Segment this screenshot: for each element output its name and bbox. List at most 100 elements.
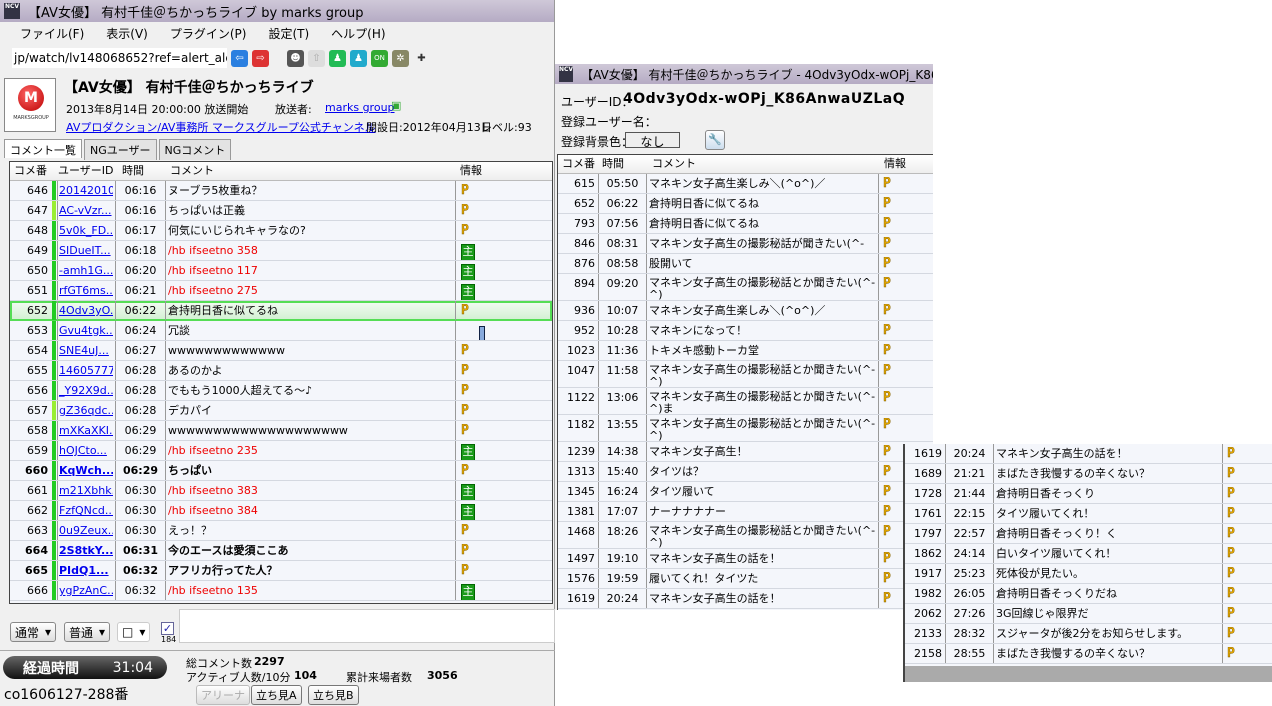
- user-id-link[interactable]: SNE4uJ...: [57, 341, 113, 360]
- user-id-link[interactable]: 4Odv3yO...: [57, 301, 113, 320]
- user-id-link[interactable]: _Y92X9d...: [57, 381, 113, 400]
- menu-settings[interactable]: 設定(T): [268, 25, 309, 42]
- user-id-link[interactable]: 2S8tkY...: [57, 541, 113, 560]
- user-id-link[interactable]: mXKaXKI...: [57, 421, 113, 440]
- table-row[interactable]: 662 FzfQNcd... 06:30/hb ifseetno 384 主: [10, 501, 552, 521]
- user-id-link[interactable]: 14605777: [57, 361, 113, 380]
- disconnect-icon[interactable]: ⇨: [252, 49, 269, 67]
- menu-file[interactable]: ファイル(F): [20, 25, 84, 42]
- upload-icon[interactable]: ⇧: [308, 49, 325, 67]
- table-row[interactable]: 1797 22:57 倉持明日香そっくり！く P: [905, 524, 1272, 544]
- table-row[interactable]: 652 06:22 倉持明日香に似てるね P: [558, 194, 933, 214]
- table-row[interactable]: 1345 16:24 タイツ履いて P: [558, 482, 933, 502]
- on-air-icon[interactable]: ON: [371, 49, 388, 67]
- table-row[interactable]: 654 SNE4uJ... 06:27 wwwwwwwwwwwww P: [10, 341, 552, 361]
- table-row[interactable]: 84608:31マネキン女子高生の撮影秘話が聞きたい(^-^) P: [558, 234, 933, 254]
- table-row[interactable]: 660 KqWch... 06:29 ちっぱい P: [10, 461, 552, 481]
- user-id-link[interactable]: ygPzAnC...: [57, 581, 113, 600]
- table-row[interactable]: 894 09:20 マネキン女子高生の撮影秘話とか聞きたい(^-^) P: [558, 274, 933, 301]
- table-row[interactable]: 1862 24:14 白いタイツ履いてくれ！ P: [905, 544, 1272, 564]
- user-id-link[interactable]: hOJCto...: [57, 441, 113, 460]
- table-row[interactable]: 1576 19:59 履いてくれ！タイツた P: [558, 569, 933, 589]
- table-row[interactable]: 665 PIdQ1... 06:32 アフリカ行ってた人？ P: [10, 561, 552, 581]
- connect-icon[interactable]: ⇦: [231, 49, 248, 67]
- table-row[interactable]: 2133 28:32 スジャータが後2分をお知らせします。 P: [905, 624, 1272, 644]
- table-row[interactable]: 1182 13:55 マネキン女子高生の撮影秘話とか聞きたい(^-^) P: [558, 415, 933, 442]
- table-row[interactable]: 658 mXKaXKI...06:29wwwwwwwwwwwwwwwwwwww P: [10, 421, 552, 441]
- table-row[interactable]: 661 m21Xbhk...06:30/hb ifseetno 383 主: [10, 481, 552, 501]
- col-time[interactable]: 時間: [122, 162, 144, 178]
- col-time[interactable]: 時間: [602, 155, 624, 171]
- users-icon[interactable]: ♟: [350, 49, 367, 67]
- tab-ng-comments[interactable]: NGコメント: [158, 139, 232, 160]
- broadcaster-link[interactable]: marks group: [325, 101, 395, 114]
- table-row[interactable]: 1313 15:40 タイツは？ P: [558, 462, 933, 482]
- table-row[interactable]: 651 rfGT6ms... 06:21/hb ifseetno 275 主: [10, 281, 552, 301]
- col-info[interactable]: 情報: [884, 155, 906, 171]
- col-info[interactable]: 情報: [460, 162, 482, 178]
- plugin-icon[interactable]: ✚: [413, 49, 430, 67]
- horizontal-scrollbar[interactable]: [905, 666, 1272, 682]
- user-id-link[interactable]: 0u9Zeux...: [57, 521, 113, 540]
- standing-b-button[interactable]: 立ち見B: [308, 685, 359, 705]
- settings-icon[interactable]: ✲: [392, 49, 409, 67]
- table-row[interactable]: 650 -amh1G... 06:20/hb ifseetno 117 主: [10, 261, 552, 281]
- url-input[interactable]: jp/watch/lv148068652?ref=alert_alert: [12, 48, 227, 68]
- color-select[interactable]: □ ▾: [117, 622, 151, 642]
- user-id-link[interactable]: gZ36qdc...: [57, 401, 113, 420]
- table-row[interactable]: 1982 26:05 倉持明日香そっくりだね P: [905, 584, 1272, 604]
- col-no[interactable]: コメ番: [562, 155, 595, 171]
- comment-input[interactable]: [179, 609, 555, 643]
- user-id-link[interactable]: -amh1G...: [57, 261, 113, 280]
- menu-plugin[interactable]: プラグイン(P): [170, 25, 247, 42]
- table-row[interactable]: 657 gZ36qdc... 06:28 デカパイ P: [10, 401, 552, 421]
- wrench-icon[interactable]: 🔧: [705, 130, 725, 150]
- user-id-link[interactable]: KqWch...: [57, 461, 113, 480]
- col-no[interactable]: コメ番: [14, 162, 47, 178]
- table-row[interactable]: 655 14605777 06:28 あるのかよ P: [10, 361, 552, 381]
- table-row[interactable]: 653 Gvu4tgk... 06:24 冗談: [10, 321, 552, 341]
- table-row[interactable]: 936 10:07 マネキン女子高生楽しみ＼(^o^)／ P: [558, 301, 933, 321]
- user-id-link[interactable]: AC-vVzr...: [57, 201, 113, 220]
- user-id-link[interactable]: 20142010: [57, 181, 113, 200]
- table-row[interactable]: 793 07:56 倉持明日香に似てるね P: [558, 214, 933, 234]
- robot-icon[interactable]: ☻: [287, 49, 304, 67]
- table-row[interactable]: 647 AC-vVzr... 06:16 ちっぱいは正義 P: [10, 201, 552, 221]
- menu-help[interactable]: ヘルプ(H): [331, 25, 385, 42]
- user-id-link[interactable]: FzfQNcd...: [57, 501, 113, 520]
- user-id-link[interactable]: Gvu4tgk...: [57, 321, 113, 340]
- table-row[interactable]: 615 05:50 マネキン女子高生楽しみ＼(^o^)／ P: [558, 174, 933, 194]
- menu-view[interactable]: 表示(V): [106, 25, 148, 42]
- user-id-link[interactable]: SIDueIT...: [57, 241, 113, 260]
- standing-a-button[interactable]: 立ち見A: [251, 685, 302, 705]
- table-row[interactable]: 1619 20:24 マネキン女子高生の話を！ P: [905, 444, 1272, 464]
- table-row[interactable]: 659 hOJCto... 06:29/hb ifseetno 235 主: [10, 441, 552, 461]
- user-id-link[interactable]: 5v0k_FD...: [57, 221, 113, 240]
- table-row[interactable]: 664 2S8tkY... 06:31 今のエースは愛須ここあ P: [10, 541, 552, 561]
- table-row[interactable]: 656 _Y92X9d... 06:28 でももう1000人超えてる〜♪ P: [10, 381, 552, 401]
- table-row[interactable]: 1619 20:24 マネキン女子高生の話を！ P: [558, 589, 933, 609]
- tab-comments[interactable]: コメント一覧: [4, 139, 82, 158]
- table-row[interactable]: 1122 13:06 マネキン女子高生の撮影秘話とか聞きたい(^-^)ま P: [558, 388, 933, 415]
- col-comment[interactable]: コメント: [652, 155, 696, 171]
- table-row[interactable]: 1239 14:38 マネキン女子高生！ P: [558, 442, 933, 462]
- channel-link[interactable]: AVプロダクション/AV事務所 マークスグループ公式チャンネル: [66, 119, 376, 135]
- size-select[interactable]: 普通 ▾: [64, 622, 111, 642]
- table-row[interactable]: 1023 11:36 トキメキ感動トーカ堂 P: [558, 341, 933, 361]
- anonymous-checkbox[interactable]: ✓: [161, 622, 174, 635]
- table-row[interactable]: 666 ygPzAnC... 06:32/hb ifseetno 135 主: [10, 581, 552, 601]
- table-row[interactable]: 648 5v0k_FD... 06:17 何気にいじられキャラなの? P: [10, 221, 552, 241]
- col-user[interactable]: ユーザーID: [58, 162, 114, 178]
- table-row[interactable]: 1917 25:23 死体役が見たい。 P: [905, 564, 1272, 584]
- table-row[interactable]: 2158 28:55 まばたき我慢するの辛くない？ P: [905, 644, 1272, 664]
- table-row[interactable]: 663 0u9Zeux... 06:30 えっ！？ P: [10, 521, 552, 541]
- table-row[interactable]: 1728 21:44 倉持明日香そっくり P: [905, 484, 1272, 504]
- col-comment[interactable]: コメント: [170, 162, 214, 178]
- tab-ng-users[interactable]: NGユーザー: [84, 139, 157, 160]
- user-id-link[interactable]: PIdQ1...: [57, 561, 113, 580]
- command-mode-select[interactable]: 通常 ▾: [10, 622, 57, 642]
- table-row[interactable]: 1689 21:21 まばたき我慢するの辛くない？ P: [905, 464, 1272, 484]
- table-row[interactable]: 2062 27:26 3G回線じゃ限界だ P: [905, 604, 1272, 624]
- table-row[interactable]: 876 08:58 股開いて P: [558, 254, 933, 274]
- table-row[interactable]: 1381 17:07 ナーナナナナー P: [558, 502, 933, 522]
